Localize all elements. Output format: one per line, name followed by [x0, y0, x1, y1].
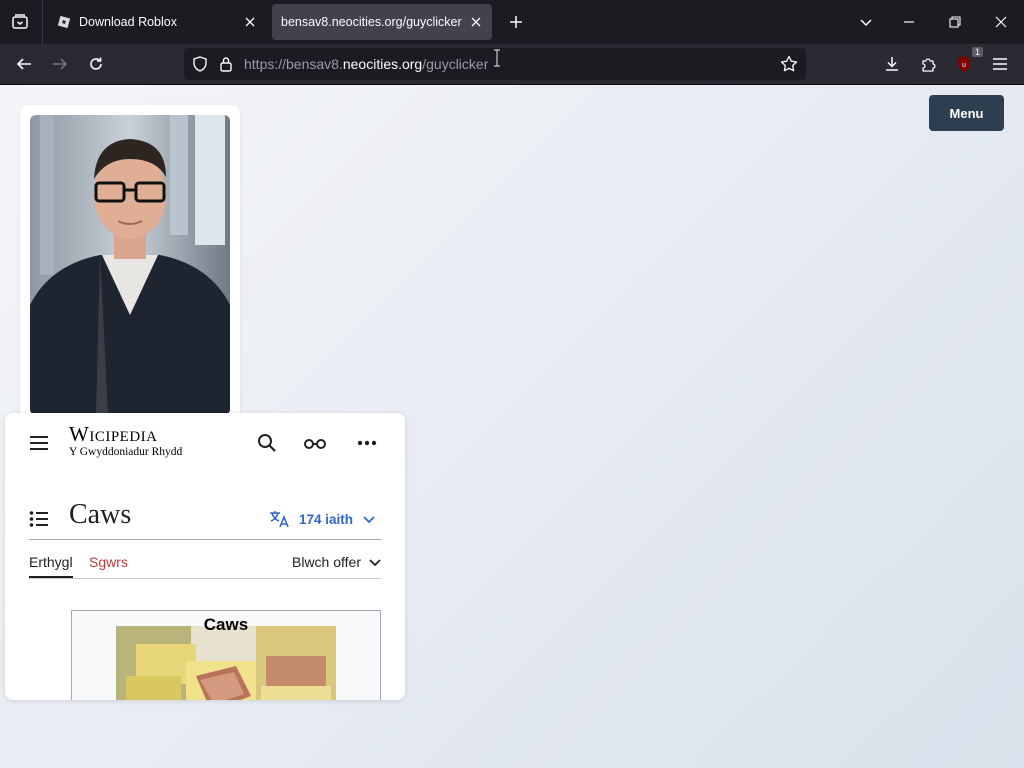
- minimize-button[interactable]: [895, 8, 923, 36]
- wiki-more-button[interactable]: [355, 431, 379, 455]
- wikipedia-wordmark: Wicipedia: [69, 422, 158, 446]
- ublock-extension-button[interactable]: u 1: [949, 47, 983, 78]
- download-icon: [886, 57, 898, 71]
- back-arrow-icon: [16, 58, 31, 70]
- lock-icon[interactable]: [216, 54, 236, 74]
- tab-separator: [42, 0, 43, 44]
- hamburger-icon: [993, 58, 1007, 70]
- close-icon: [995, 16, 1007, 28]
- chevron-down-icon: [363, 516, 375, 524]
- new-tab-button[interactable]: [502, 8, 530, 36]
- tab-list-button[interactable]: [6, 8, 34, 36]
- infobox: Caws: [71, 610, 381, 700]
- tab-title: bensav8.neocities.org/guyclicker: [281, 15, 462, 29]
- bookmark-star-button[interactable]: [778, 53, 800, 75]
- title-divider: [29, 539, 381, 540]
- page-content: Menu Wicipedia Y Gwyddoniadur Rhydd Caws…: [0, 85, 1024, 768]
- plus-icon: [510, 16, 522, 28]
- language-button[interactable]: 174 iaith: [269, 509, 375, 529]
- tab-list-icon: [12, 14, 28, 29]
- extension-badge: 1: [971, 47, 983, 57]
- guy-card[interactable]: [20, 105, 240, 417]
- reload-icon: [90, 57, 102, 70]
- star-icon: [780, 55, 798, 72]
- tab-bar: Download Roblox bensav8.neocities.org/gu…: [0, 0, 1024, 44]
- table-of-contents-icon[interactable]: [29, 509, 49, 529]
- restore-button[interactable]: [941, 8, 969, 36]
- wikipedia-card: Wicipedia Y Gwyddoniadur Rhydd Caws 174 …: [5, 413, 405, 700]
- list-all-tabs-button[interactable]: [852, 8, 880, 36]
- app-menu-button[interactable]: [985, 50, 1015, 78]
- chevron-down-icon: [860, 19, 872, 27]
- tab-talk[interactable]: Sgwrs: [89, 554, 128, 570]
- cheese-image[interactable]: [116, 626, 336, 700]
- menu-button[interactable]: Menu: [929, 95, 1004, 131]
- tools-dropdown[interactable]: Blwch offer: [292, 554, 381, 570]
- tab-title: Download Roblox: [79, 15, 177, 29]
- chevron-down-icon: [369, 559, 381, 567]
- text-cursor-icon: [494, 49, 500, 67]
- article-title: Caws: [69, 499, 132, 530]
- shield-icon[interactable]: [190, 54, 210, 74]
- language-count: 174 iaith: [299, 511, 354, 527]
- infobox-title: Caws: [203, 615, 249, 634]
- article-tabs: Erthygl Sgwrs Blwch offer: [29, 554, 381, 578]
- puzzle-icon: [922, 58, 936, 72]
- guy-photo[interactable]: [30, 115, 230, 415]
- downloads-button[interactable]: [877, 50, 907, 78]
- minimize-icon: [904, 21, 914, 23]
- tab-article[interactable]: Erthygl: [29, 554, 73, 570]
- roblox-icon: [57, 15, 71, 29]
- wikipedia-logo[interactable]: Wicipedia Y Gwyddoniadur Rhydd: [69, 423, 182, 459]
- url-host: neocities.org: [342, 56, 423, 72]
- navigation-toolbar: https://bensav8.neocities.org/guyclicker…: [0, 44, 1024, 85]
- close-tab-icon[interactable]: [464, 10, 488, 34]
- url-prefix: https://bensav8.: [244, 56, 343, 72]
- tab-guyclicker[interactable]: bensav8.neocities.org/guyclicker: [272, 4, 492, 40]
- translate-icon: [270, 511, 289, 528]
- back-button[interactable]: [9, 50, 39, 78]
- ublock-icon: u: [958, 56, 970, 72]
- forward-button[interactable]: [45, 50, 75, 78]
- wiki-search-button[interactable]: [255, 431, 279, 455]
- restore-icon: [949, 16, 961, 28]
- wiki-menu-icon[interactable]: [29, 433, 49, 453]
- close-tab-icon[interactable]: [238, 10, 262, 34]
- wiki-reading-glasses-button[interactable]: [303, 431, 327, 455]
- glasses-icon: [304, 439, 326, 449]
- url-path: /guyclicker: [422, 56, 489, 72]
- forward-arrow-icon: [53, 58, 68, 70]
- extensions-button[interactable]: [913, 50, 943, 78]
- tab-download-roblox[interactable]: Download Roblox: [48, 4, 266, 40]
- tools-label: Blwch offer: [292, 554, 361, 570]
- search-icon: [258, 434, 276, 452]
- close-window-button[interactable]: [987, 8, 1015, 36]
- wikipedia-tagline: Y Gwyddoniadur Rhydd: [69, 446, 183, 458]
- reload-button[interactable]: [81, 50, 111, 78]
- url-text[interactable]: https://bensav8.neocities.org/guyclicker: [244, 56, 488, 72]
- tabs-divider: [29, 578, 381, 579]
- ellipsis-icon: [357, 440, 377, 446]
- svg-text:u: u: [962, 62, 966, 69]
